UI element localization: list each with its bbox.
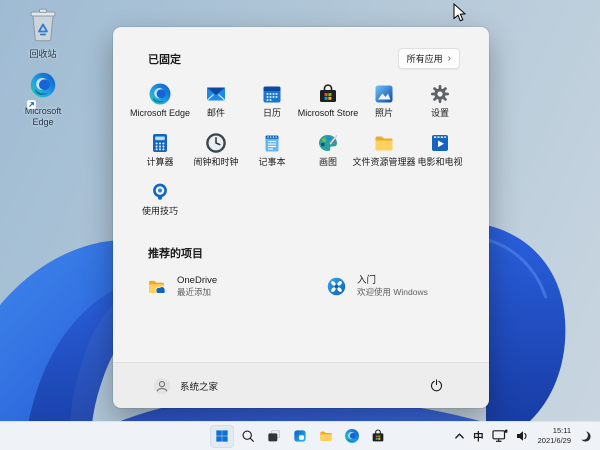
pinned-app-label: Microsoft Edge xyxy=(130,109,190,119)
desktop-icon-recycle-bin[interactable]: 回收站 xyxy=(10,6,76,59)
pinned-app-calculator[interactable]: 计算器 xyxy=(132,130,188,179)
all-apps-label: 所有应用 xyxy=(407,52,443,65)
settings-gear-icon xyxy=(428,82,452,106)
pinned-app-calendar[interactable]: 日历 xyxy=(244,81,300,130)
pinned-app-label: 记事本 xyxy=(258,158,285,168)
pinned-app-settings[interactable]: 设置 xyxy=(412,81,468,130)
pinned-app-label: Microsoft Store xyxy=(298,109,359,119)
system-tray: 中 15:11 2021/6/29 xyxy=(454,422,592,450)
taskbar: 中 15:11 2021/6/29 xyxy=(0,421,600,450)
pinned-app-label: 照片 xyxy=(375,109,393,119)
task-view-button[interactable] xyxy=(262,425,286,448)
pinned-app-label: 闹钟和时钟 xyxy=(193,158,238,168)
ime-indicator[interactable]: 中 xyxy=(473,429,484,444)
edge-icon xyxy=(344,428,360,444)
pinned-app-alarms-clock[interactable]: 闹钟和时钟 xyxy=(188,130,244,179)
calculator-icon xyxy=(148,131,172,155)
chevron-right-icon: › xyxy=(448,54,451,64)
pinned-app-microsoft-edge[interactable]: Microsoft Edge xyxy=(132,81,188,130)
start-menu-footer: 系统之家 xyxy=(113,362,489,408)
pinned-app-label: 使用技巧 xyxy=(142,207,178,217)
recommended-item-title: 入门 xyxy=(357,275,428,287)
pinned-app-movies-tv[interactable]: 电影和电视 xyxy=(412,130,468,179)
store-icon xyxy=(316,82,340,106)
volume-icon[interactable] xyxy=(516,430,530,442)
get-started-icon xyxy=(326,276,347,297)
pinned-app-label: 电影和电视 xyxy=(417,158,462,168)
pinned-app-microsoft-store[interactable]: Microsoft Store xyxy=(300,81,356,130)
recommended-list: OneDrive 最近添加 入门 欢迎使用 Windows xyxy=(140,273,489,300)
clock[interactable]: 15:11 2021/6/29 xyxy=(538,426,571,446)
start-button[interactable] xyxy=(210,425,234,448)
desktop-icon-microsoft-edge[interactable]: Microsoft Edge xyxy=(10,71,76,127)
widgets-button[interactable] xyxy=(288,425,312,448)
focus-assist-moon-icon[interactable] xyxy=(579,430,592,443)
windows-logo-icon xyxy=(214,428,230,444)
all-apps-button[interactable]: 所有应用 › xyxy=(398,48,460,69)
user-profile-button[interactable]: 系统之家 xyxy=(153,377,218,395)
user-name: 系统之家 xyxy=(180,379,218,393)
chevron-up-icon xyxy=(454,432,465,440)
desktop-icon-list: 回收站 Mic xyxy=(10,6,76,127)
edge-icon xyxy=(148,82,172,106)
pinned-apps-grid: Microsoft Edge 邮件 日历 xyxy=(132,81,470,228)
pinned-section-header: 已固定 所有应用 › xyxy=(148,48,460,69)
recommended-item-get-started[interactable]: 入门 欢迎使用 Windows xyxy=(320,273,500,300)
recommended-header-title: 推荐的项目 xyxy=(148,245,489,261)
pinned-app-mail[interactable]: 邮件 xyxy=(188,81,244,130)
tips-icon xyxy=(148,180,172,204)
edge-icon xyxy=(29,71,57,104)
pinned-app-tips[interactable]: 使用技巧 xyxy=(132,179,188,228)
pinned-app-file-explorer[interactable]: 文件资源管理器 xyxy=(356,130,412,179)
pinned-header-title: 已固定 xyxy=(148,51,181,67)
recommended-item-title: OneDrive xyxy=(177,275,217,287)
desktop-icon-label: Microsoft Edge xyxy=(14,106,72,127)
task-view-icon xyxy=(266,428,282,444)
mouse-cursor xyxy=(453,3,467,23)
search-button[interactable] xyxy=(236,425,260,448)
pinned-app-photos[interactable]: 照片 xyxy=(356,81,412,130)
mail-icon xyxy=(204,82,228,106)
pinned-app-label: 日历 xyxy=(263,109,281,119)
photos-icon xyxy=(372,82,396,106)
clock-icon xyxy=(204,131,228,155)
power-button[interactable] xyxy=(423,373,449,399)
onedrive-icon xyxy=(146,276,167,297)
hidden-icons-chevron[interactable] xyxy=(454,432,465,440)
pinned-app-label: 画图 xyxy=(319,158,337,168)
recommended-item-onedrive[interactable]: OneDrive 最近添加 xyxy=(140,273,320,300)
desktop-screen: 回收站 Mic xyxy=(0,0,600,450)
desktop-icon-label: 回收站 xyxy=(14,49,72,59)
edge-taskbar-button[interactable] xyxy=(340,425,364,448)
network-icon[interactable] xyxy=(492,429,508,443)
start-menu: 已固定 所有应用 › Microsoft Edge xyxy=(113,27,489,408)
taskbar-center-buttons xyxy=(210,422,390,450)
calendar-icon xyxy=(260,82,284,106)
store-taskbar-button[interactable] xyxy=(366,425,390,448)
movies-icon xyxy=(428,131,452,155)
search-icon xyxy=(240,428,256,444)
avatar xyxy=(153,377,171,395)
clock-date: 2021/6/29 xyxy=(538,436,571,446)
recycle-bin-icon xyxy=(28,6,58,47)
pinned-app-label: 设置 xyxy=(431,109,449,119)
pinned-app-label: 文件资源管理器 xyxy=(353,158,416,168)
folder-icon xyxy=(318,428,334,444)
file-explorer-button[interactable] xyxy=(314,425,338,448)
folder-icon xyxy=(372,131,396,155)
notepad-icon xyxy=(260,131,284,155)
clock-time: 15:11 xyxy=(538,426,571,436)
recommended-item-subtitle: 最近添加 xyxy=(177,287,217,298)
paint-icon xyxy=(316,131,340,155)
recommended-item-subtitle: 欢迎使用 Windows xyxy=(357,287,428,298)
power-icon xyxy=(429,378,444,393)
pinned-app-notepad[interactable]: 记事本 xyxy=(244,130,300,179)
pinned-app-label: 邮件 xyxy=(207,109,225,119)
shortcut-arrow-icon xyxy=(27,96,36,105)
pinned-app-paint[interactable]: 画图 xyxy=(300,130,356,179)
store-icon xyxy=(370,428,386,444)
pinned-app-label: 计算器 xyxy=(146,158,173,168)
widgets-icon xyxy=(292,428,308,444)
